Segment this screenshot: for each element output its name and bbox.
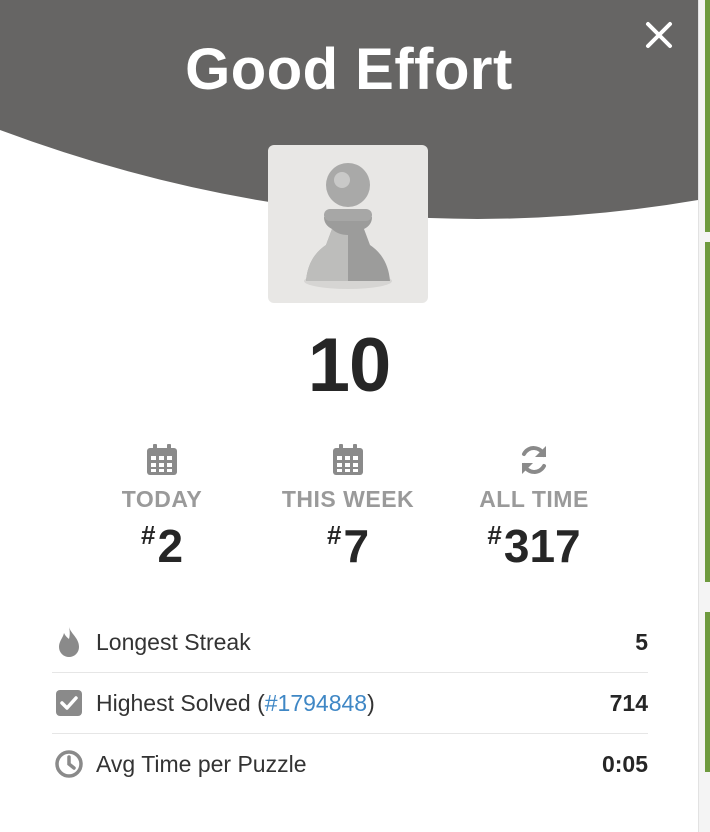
calendar-icon [333,444,363,475]
rank-this-week: THIS WEEK #7 [258,440,438,573]
clock-icon [55,750,83,778]
stat-longest-streak: Longest Streak 5 [52,612,648,673]
rank-value: #317 [487,520,581,572]
stat-value: 714 [609,689,648,716]
background-accent [705,612,710,772]
rank-label: ALL TIME [479,486,589,512]
stat-value: 5 [635,628,648,655]
rank-label: TODAY [121,486,203,512]
rank-value: #7 [326,520,370,572]
stat-highest-solved: Highest Solved (#1794848) 714 [52,673,648,734]
rank-value: #2 [140,520,184,572]
refresh-icon [522,446,546,474]
rank-all-time: ALL TIME #317 [444,440,624,573]
close-icon [646,22,672,48]
rank-label: THIS WEEK [281,486,415,512]
stat-avg-time: Avg Time per Puzzle 0:05 [52,734,648,794]
close-button[interactable] [640,16,680,56]
modal-title: Good Effort [185,37,513,102]
pawn-badge [268,145,428,303]
stat-label: Highest Solved (#1794848) [96,689,375,716]
pawn-icon [304,163,392,289]
stats-list: Longest Streak 5 Highest Solved (#179484… [52,612,648,794]
calendar-icon [147,444,177,475]
stat-label: Avg Time per Puzzle [96,750,307,777]
rank-today: TODAY #2 [72,440,252,573]
background-edge [698,0,710,832]
checkbox-icon [56,690,82,716]
puzzle-result-modal: Good Effort 10 TODAY #2 THIS WEEK #7 ALL… [0,0,699,832]
score-value: 10 [307,323,392,408]
stat-value: 0:05 [601,750,648,777]
background-accent [705,0,710,232]
puzzle-link[interactable]: #1794848 [265,690,367,716]
flame-icon [59,627,79,657]
background-accent [705,242,710,582]
stat-label: Longest Streak [96,628,251,655]
